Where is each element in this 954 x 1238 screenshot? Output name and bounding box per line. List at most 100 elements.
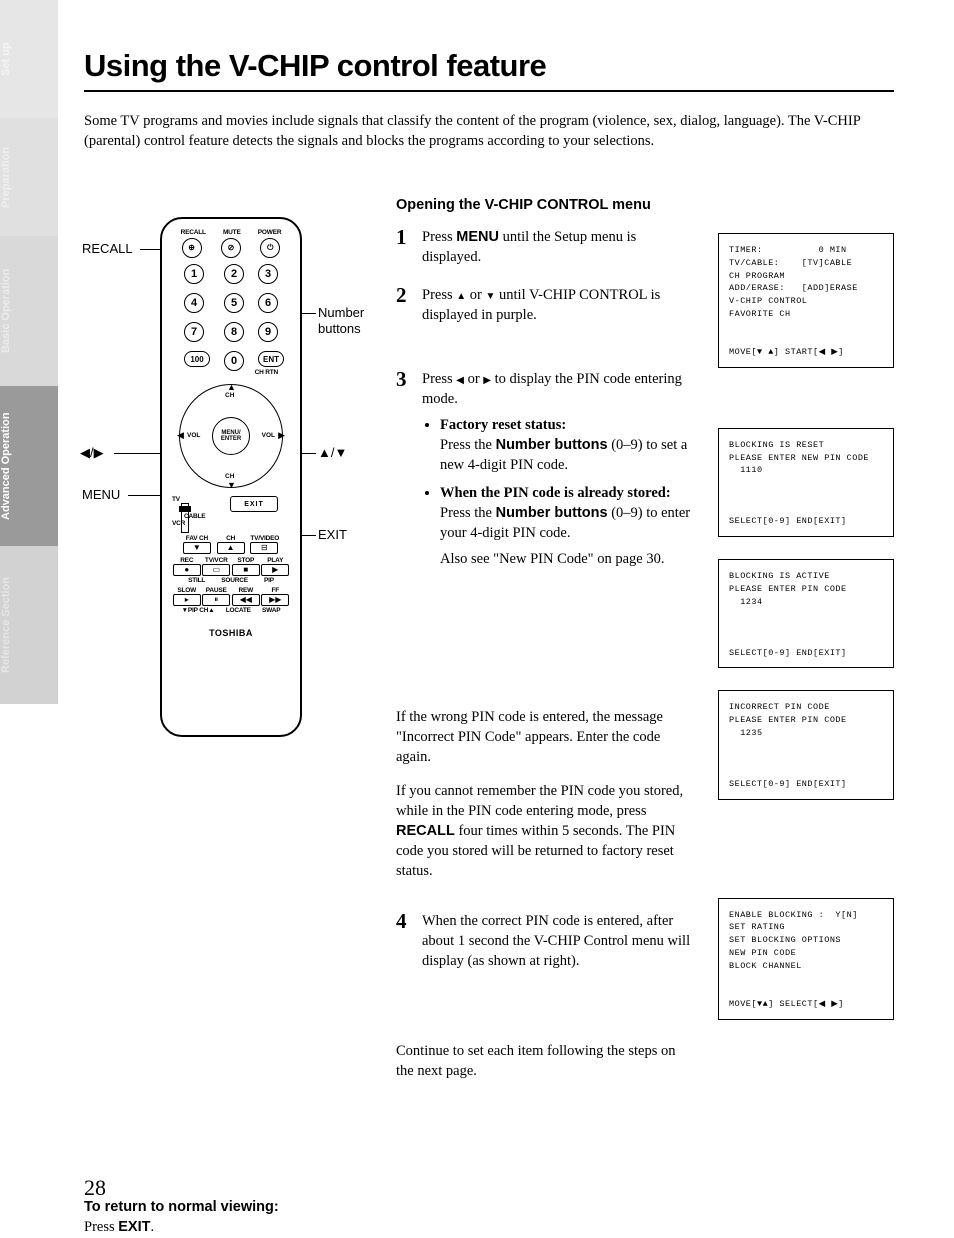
bullet2-b: Number buttons	[496, 505, 608, 521]
step-1: 1 Press MENU until the Setup menu is dis…	[396, 227, 696, 267]
triangle-left-icon	[456, 371, 464, 387]
btn-play: ▶	[261, 564, 289, 576]
step-4: 4 When the correct PIN code is entered, …	[396, 911, 696, 971]
lbl-swap: SWAP	[262, 607, 280, 614]
step3-a: Press	[422, 371, 456, 387]
return-note: To return to normal viewing: Press EXIT.	[84, 1197, 374, 1238]
num-4: 4	[184, 293, 204, 313]
lbl-favch: FAV CH	[183, 535, 211, 542]
continue-text: Continue to set each item following the …	[396, 1041, 696, 1081]
dpad: CH ▲ CH ▼ VOL ◀ VOL ▶ MENU/ ENTER	[179, 384, 283, 488]
osd-column: TIMER: 0 MIN TV/CABLE: [TV]CABLE CH PROG…	[718, 197, 898, 1238]
lbl-stop: STOP	[232, 557, 260, 564]
page-number: 28	[84, 1175, 106, 1201]
num-0: 0	[224, 351, 244, 371]
instructions-column: Opening the V-CHIP CONTROL menu 1 Press …	[396, 197, 696, 1238]
num-2: 2	[224, 264, 244, 284]
btn-stop: ■	[232, 564, 260, 576]
dpad-vol-r: VOL	[262, 432, 275, 439]
num-7: 7	[184, 322, 204, 342]
step-3: 3 Press or to display the PIN code enter…	[396, 369, 696, 569]
tv-cable-vcr-switch: TV CABLE VCR	[172, 496, 198, 527]
num-8: 8	[224, 322, 244, 342]
triangle-right-icon	[483, 371, 491, 387]
lbl-row-ch: CH	[217, 535, 245, 542]
callout-menu: MENU	[82, 487, 120, 502]
bullet1-b: Number buttons	[496, 437, 608, 453]
osd-blocking-reset: BLOCKING IS RESET PLEASE ENTER NEW PIN C…	[718, 428, 894, 537]
step2-a: Press	[422, 287, 456, 303]
tab-basic: Basic Operation	[0, 236, 58, 386]
dpad-vol-l: VOL	[187, 432, 200, 439]
btn-tvvideo: ⊟	[250, 542, 278, 554]
bullet2-d: Also see "New PIN Code" on page 30.	[440, 549, 696, 569]
menu-enter-button: MENU/ ENTER	[212, 417, 250, 455]
intro-text: Some TV programs and movies include sign…	[84, 112, 894, 151]
label-mute: MUTE	[223, 229, 241, 236]
lbl-rew: REW	[232, 587, 260, 594]
btn-rew: ◀◀	[232, 594, 260, 606]
lbl-slow: SLOW	[173, 587, 201, 594]
wrong-pin-para-1: If the wrong PIN code is entered, the me…	[396, 707, 696, 767]
lbl-locate: LOCATE	[226, 607, 251, 614]
num-9: 9	[258, 322, 278, 342]
osd-incorrect-pin: INCORRECT PIN CODE PLEASE ENTER PIN CODE…	[718, 690, 894, 799]
lbl-pip: PIP	[264, 577, 274, 584]
step3-bullet-2: When the PIN code is already stored: Pre…	[440, 483, 696, 569]
lbl-ff: FF	[261, 587, 289, 594]
bullet2-title: When the PIN code is already stored:	[440, 485, 671, 501]
osd-setup-menu: TIMER: 0 MIN TV/CABLE: [TV]CABLE CH PROG…	[718, 233, 894, 368]
remote-column: RECALL Number buttons ◀/▶ ▲/▼ MENU EXIT …	[84, 197, 374, 1238]
callout-line	[114, 453, 164, 454]
callout-exit: EXIT	[318, 527, 347, 542]
step4-text: When the correct PIN code is entered, af…	[422, 913, 690, 969]
btn-rec: ●	[173, 564, 201, 576]
mute-button: ⊘	[221, 238, 241, 258]
btn-pause: ⏸	[202, 594, 230, 606]
num-100: 100	[184, 351, 210, 367]
wrong-pin-para-2: If you cannot remember the PIN code you …	[396, 781, 696, 881]
bullet1-title: Factory reset status:	[440, 417, 566, 433]
triangle-up-icon	[456, 287, 466, 303]
num-1: 1	[184, 264, 204, 284]
page-title: Using the V-CHIP control feature	[84, 48, 894, 92]
subheading: Opening the V-CHIP CONTROL menu	[396, 197, 696, 213]
lbl-tvvcr: TV/VCR	[202, 557, 230, 564]
step3-bullet-1: Factory reset status: Press the Number b…	[440, 415, 696, 475]
step1-a: Press	[422, 229, 456, 245]
lbl-pipch: ▼PIP CH▲	[182, 607, 215, 614]
return-note-c: .	[150, 1219, 154, 1235]
brand-logo: TOSHIBA	[162, 628, 300, 638]
tab-setup: Set up	[0, 0, 58, 118]
lbl-play: PLAY	[261, 557, 289, 564]
step3-b: or	[464, 371, 483, 387]
btn-slow: ▸	[173, 594, 201, 606]
return-note-bold: To return to normal viewing:	[84, 1199, 279, 1215]
dpad-ch-up: CH	[225, 392, 234, 399]
step-2: 2 Press or until V-CHIP CONTROL is displ…	[396, 285, 696, 325]
return-note-exit: EXIT	[118, 1219, 150, 1235]
btn-row-ch: ▲	[217, 542, 245, 554]
callout-recall: RECALL	[82, 241, 133, 256]
btn-ff: ▶▶	[261, 594, 289, 606]
wrongpin-b2: RECALL	[396, 823, 455, 839]
lbl-source: SOURCE	[221, 577, 248, 584]
lbl-pause: PAUSE	[202, 587, 230, 594]
dpad-ch-dn: CH	[225, 473, 234, 480]
bullet1-a: Press the	[440, 437, 496, 453]
wrongpin-b1: If you cannot remember the PIN code you …	[396, 783, 683, 819]
tab-advanced: Advanced Operation	[0, 386, 58, 546]
btn-tvvcr: ▭	[202, 564, 230, 576]
callout-number-buttons: Number buttons	[318, 305, 378, 336]
callout-left-right: ◀/▶	[80, 445, 104, 461]
ent-button: ENT	[258, 351, 284, 367]
btn-favch: ▼	[183, 542, 211, 554]
lbl-rec: REC	[173, 557, 201, 564]
number-pad: 1 2 3 4 5 6 7 8 9 100 0 ENT	[162, 258, 300, 373]
osd-blocking-active: BLOCKING IS ACTIVE PLEASE ENTER PIN CODE…	[718, 559, 894, 668]
callout-up-down: ▲/▼	[318, 445, 347, 460]
remote-diagram: RECALL MUTE POWER ⊕ ⊘ ⏻ 1 2 3	[160, 217, 302, 737]
num-3: 3	[258, 264, 278, 284]
step1-b: MENU	[456, 229, 499, 245]
triangle-down-icon	[486, 287, 496, 303]
